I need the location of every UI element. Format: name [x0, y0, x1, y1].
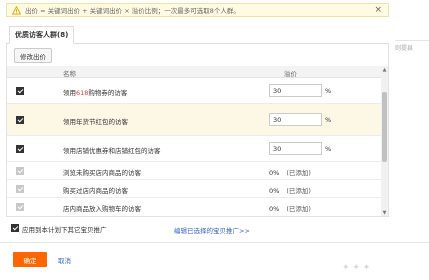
footer-divider — [0, 242, 429, 243]
scroll-up-icon[interactable]: ▲ — [381, 66, 388, 73]
scroll-thumb[interactable] — [382, 92, 387, 162]
premium-value: 0% (已添加) — [269, 205, 311, 213]
warning-icon — [11, 5, 21, 15]
percent-unit: % — [325, 116, 332, 124]
row-label: 领用618购物券的访客 — [63, 89, 128, 97]
row-label: 领用店铺优惠券和店铺红包的访客 — [63, 147, 161, 155]
row-checkbox — [16, 185, 24, 193]
edit-selected-link[interactable]: 编辑已选择的宝贝推广>> — [174, 225, 250, 235]
added-status: (已添加) — [286, 169, 311, 177]
tab-quality-visitors[interactable]: 优质访客人群(8) — [9, 26, 75, 44]
notice-bar: 出价 = 关键词出价 + 关键词出价 × 溢价比例；一次最多可选取8个人群。 × — [6, 3, 389, 17]
edit-premium-button[interactable]: 修改出价 — [14, 48, 52, 63]
premium-input[interactable] — [269, 84, 322, 97]
premium-value: 0% (已添加) — [269, 169, 311, 177]
table-header: 名称 溢价 — [7, 66, 381, 78]
column-header-name: 名称 — [63, 70, 76, 78]
background-divider — [395, 40, 429, 41]
table-row: 购买过店内商品的访客 0% (已添加) — [7, 180, 381, 198]
background-text: 则提县 — [395, 45, 414, 52]
percent-unit: % — [325, 87, 332, 95]
confirm-button[interactable]: 确定 — [13, 252, 47, 267]
table-row: 浏览未购买店内商品的访客 0% (已添加) — [7, 162, 381, 180]
row-label: 浏览未购买店内商品的访客 — [63, 169, 141, 177]
column-header-premium: 溢价 — [284, 70, 297, 78]
cancel-button[interactable]: 取消 — [58, 255, 71, 265]
watermark-logo: ✦ ✦ ✦ — [342, 263, 371, 273]
notice-text: 出价 = 关键词出价 + 关键词出价 × 溢价比例；一次最多可选取8个人群。 — [25, 7, 240, 15]
apply-all-checkbox[interactable] — [11, 224, 19, 232]
row-checkbox[interactable] — [16, 145, 24, 153]
row-label: 店内商品放入购物车的访客 — [63, 205, 141, 213]
close-icon[interactable]: × — [374, 5, 382, 15]
row-checkbox — [16, 167, 24, 175]
table-row: 店内商品放入购物车的访客 0% (已添加) — [7, 198, 381, 216]
row-checkbox[interactable] — [16, 87, 24, 95]
row-label: 领用年货节红包的访客 — [63, 118, 128, 126]
premium-input[interactable] — [269, 142, 322, 155]
table-row: 领用618购物券的访客 % — [7, 78, 381, 104]
added-status: (已添加) — [286, 187, 311, 195]
premium-value: 0% (已添加) — [269, 187, 311, 195]
row-checkbox[interactable] — [16, 116, 24, 124]
premium-input[interactable] — [269, 113, 322, 126]
table-scrollbar[interactable]: ▲ ▼ — [381, 66, 388, 216]
added-status: (已添加) — [286, 205, 311, 213]
percent-unit: % — [325, 145, 332, 153]
table-row: 领用店铺优惠券和店铺红包的访客 % — [7, 136, 381, 162]
svg-text:✦ ✦ ✦: ✦ ✦ ✦ — [342, 263, 371, 273]
row-checkbox — [16, 203, 24, 211]
tab-bar: 优质访客人群(8) — [6, 25, 389, 44]
scroll-down-icon[interactable]: ▼ — [381, 209, 388, 216]
row-label: 购买过店内商品的访客 — [63, 187, 128, 195]
table-row: 领用年货节红包的访客 % — [7, 104, 381, 136]
apply-all-label: 应用到本计划下其它宝贝推广 — [22, 226, 107, 234]
